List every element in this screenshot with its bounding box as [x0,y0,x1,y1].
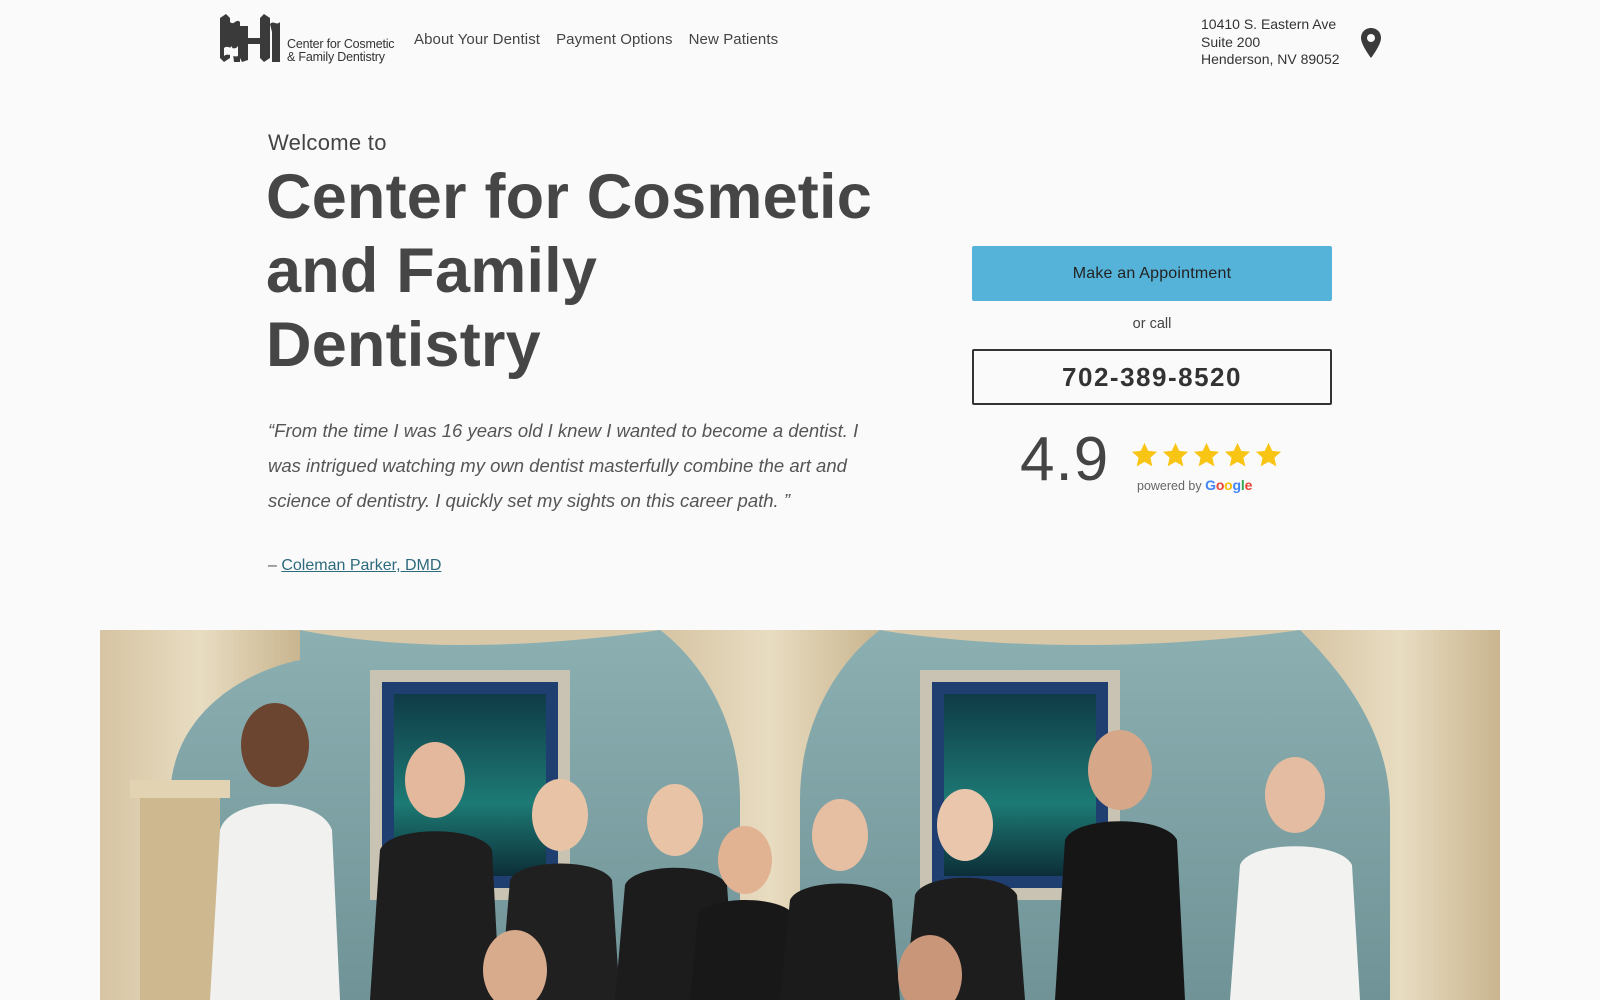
rating-stars [1130,441,1283,470]
powered-by-text: powered by [1137,479,1202,493]
google-letter: e [1244,477,1253,493]
site-logo[interactable]: Center for Cosmetic & Family Dentistry [216,12,395,64]
or-call-text: or call [1132,316,1172,332]
star-icon [1131,442,1158,467]
address-line-3: Henderson, NV 89052 [1201,51,1340,67]
rating-value: 4.9 [1020,425,1110,494]
phone-button[interactable]: 702-389-8520 [972,349,1332,405]
google-logo: Google [1205,477,1252,493]
google-letter: g [1232,477,1242,493]
powered-by-google: powered by Google [1137,477,1252,493]
google-letter: G [1205,477,1216,493]
main-nav: About Your Dentist Payment Options New P… [414,31,778,48]
star-icon [1255,442,1282,467]
nav-about-your-dentist[interactable]: About Your Dentist [414,31,540,48]
welcome-text: Welcome to [268,130,387,155]
page-title: Center for Cosmetic and Family Dentistry [266,162,872,380]
address-line-2: Suite 200 [1201,33,1261,50]
logo-line-2: & Family Dentistry [287,50,385,64]
location-pin-icon[interactable] [1360,27,1382,59]
google-letter: o [1224,477,1233,493]
star-icon [1193,442,1220,467]
address-line-1: 10410 S. Eastern Ave [1201,16,1337,32]
logo-mark-icon [220,14,280,62]
attribution-dash: – [268,557,282,574]
google-letter: o [1215,477,1225,493]
team-photo [100,630,1500,1000]
office-address[interactable]: 10410 S. Eastern Ave Suite 200 Henderson… [1201,16,1340,69]
quote-attribution: – Coleman Parker, DMD [268,557,441,575]
dentist-link[interactable]: Coleman Parker, DMD [281,557,441,574]
make-appointment-button[interactable]: Make an Appointment [972,246,1332,301]
logo-text: Center for Cosmetic & Family Dentistry [287,38,395,64]
nav-new-patients[interactable]: New Patients [689,31,779,48]
team-photo-illustration [100,630,1500,1000]
star-icon [1162,442,1189,467]
dentist-quote: “From the time I was 16 years old I knew… [268,420,859,511]
site-header: Center for Cosmetic & Family Dentistry A… [0,0,1600,90]
star-icon [1224,442,1251,467]
nav-payment-options[interactable]: Payment Options [556,31,673,48]
